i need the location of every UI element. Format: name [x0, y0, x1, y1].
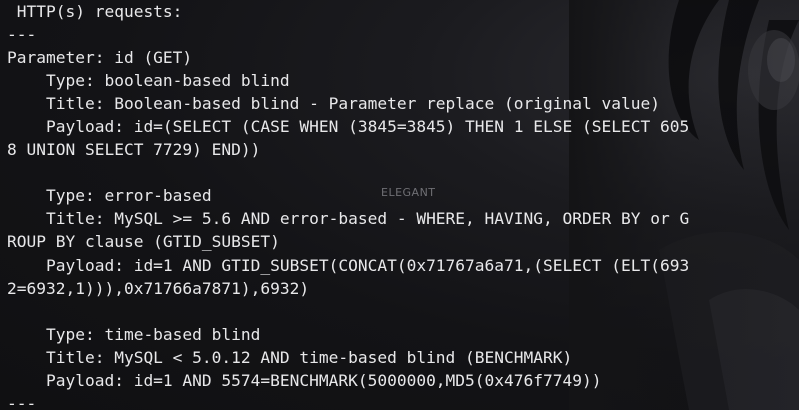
terminal-line: ROUP BY clause (GTID_SUBSET) — [7, 232, 280, 252]
terminal-line: --- — [7, 25, 37, 45]
terminal-line: 8 UNION SELECT 7729) END)) — [7, 140, 261, 160]
terminal-line: Type: error-based — [7, 186, 212, 206]
terminal-line: Payload: id=1 AND 5574=BENCHMARK(5000000… — [7, 370, 602, 390]
terminal-line: 2=6932,1))),0x71766a7871),6932) — [7, 278, 310, 298]
terminal-line: --- — [7, 393, 37, 410]
terminal-line: Payload: id=(SELECT (CASE WHEN (3845=384… — [7, 117, 690, 137]
terminal-line: Title: Boolean-based blind - Parameter r… — [7, 94, 660, 114]
terminal-line: Payload: id=1 AND GTID_SUBSET(CONCAT(0x7… — [7, 255, 690, 275]
terminal-line: Type: boolean-based blind — [7, 71, 290, 91]
terminal-window[interactable]: ELEGANT HTTP(s) requests: --- Parameter:… — [0, 0, 799, 410]
terminal-output: HTTP(s) requests: --- Parameter: id (GET… — [7, 0, 689, 410]
terminal-line: Parameter: id (GET) — [7, 48, 193, 68]
terminal-line: Title: MySQL >= 5.6 AND error-based - WH… — [7, 209, 690, 229]
terminal-line: Title: MySQL < 5.0.12 AND time-based bli… — [7, 347, 573, 367]
terminal-line: Type: time-based blind — [7, 324, 261, 344]
terminal-line: HTTP(s) requests: — [7, 2, 183, 21]
